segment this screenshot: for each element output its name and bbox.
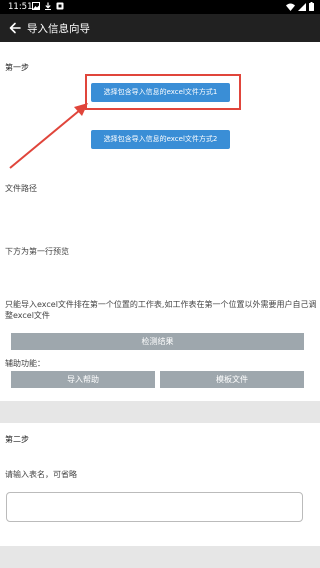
template-file-button[interactable]: 模板文件	[160, 371, 304, 388]
step2-label: 第二步	[5, 435, 29, 444]
status-bar: 11:51	[0, 0, 320, 14]
wifi-icon	[286, 3, 295, 11]
table-name-input[interactable]	[6, 492, 303, 522]
import-notice: 只能导入excel文件排在第一个位置的工作表,如工作表在第一个位置以外需要用户自…	[5, 300, 317, 320]
table-name-hint: 请输入表名，可省略	[5, 470, 77, 479]
aux-function-label: 辅助功能：	[5, 359, 45, 368]
check-result-button[interactable]: 检测结果	[11, 333, 304, 350]
gallery-icon	[32, 2, 40, 10]
status-time: 11:51	[8, 2, 33, 12]
app-bar: 导入信息向导	[0, 14, 320, 42]
back-button[interactable]	[6, 19, 24, 37]
status-right-icons	[286, 2, 314, 11]
file-path-label: 文件路径	[5, 184, 37, 193]
select-excel-option2-button[interactable]: 选择包含导入信息的excel文件方式2	[91, 130, 230, 149]
page-title: 导入信息向导	[27, 23, 90, 35]
battery-icon	[309, 2, 314, 11]
signal-icon	[298, 2, 306, 11]
download-icon	[45, 2, 51, 10]
select-excel-option1-button[interactable]: 选择包含导入信息的excel文件方式1	[91, 83, 230, 102]
preview-label: 下方为第一行预览	[5, 247, 69, 256]
notification-box-icon	[56, 2, 64, 10]
section-divider-bottom	[0, 546, 320, 568]
status-left-icons	[32, 2, 64, 10]
import-help-button[interactable]: 导入帮助	[11, 371, 155, 388]
section-divider	[0, 401, 320, 423]
arrow-left-icon	[9, 22, 21, 34]
step1-label: 第一步	[5, 63, 29, 72]
